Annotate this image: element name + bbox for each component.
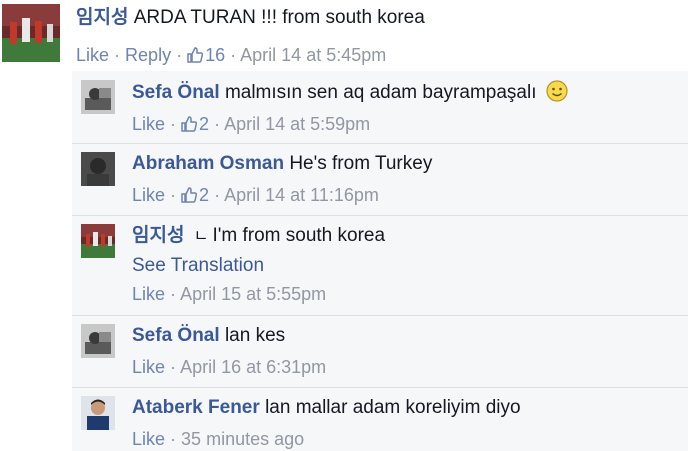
like-link[interactable]: Like bbox=[132, 114, 165, 134]
comment-top-level: 임지성 ARDA TURAN !!! from south korea Like… bbox=[0, 0, 690, 71]
reply-comment: Sefa Önal lan kes Like · April 16 at 6:3… bbox=[72, 316, 688, 386]
like-count[interactable]: 2 bbox=[181, 185, 214, 205]
comment-text: lan mallar adam koreliyim diyo bbox=[265, 397, 521, 418]
like-link[interactable]: Like bbox=[132, 357, 165, 377]
comment-body: Sefa Önal malmısın sen aq adam bayrampaş… bbox=[132, 80, 568, 136]
comment-text: lan kes bbox=[224, 325, 286, 346]
thumbs-up-icon bbox=[181, 116, 198, 132]
comment-actions: Like · April 15 at 5:55pm bbox=[132, 284, 327, 304]
comment-author[interactable]: Abraham Osman bbox=[132, 153, 284, 174]
comment-actions: Like · 2 · April 14 at 11:16pm bbox=[132, 185, 379, 205]
like-count-value: 2 bbox=[199, 185, 210, 205]
comment-text: malmısın sen aq adam bayrampaşalı bbox=[224, 82, 537, 103]
like-count-value: 2 bbox=[199, 114, 210, 134]
avatar[interactable] bbox=[81, 396, 115, 430]
comment-line: 임지성 ㄴ I'm from south korea bbox=[132, 224, 385, 249]
comment-line: Sefa Önal lan kes bbox=[132, 324, 326, 348]
like-link[interactable]: Like bbox=[132, 429, 165, 449]
timestamp[interactable]: April 14 at 5:45pm bbox=[240, 45, 386, 65]
like-count[interactable]: 16 bbox=[187, 45, 230, 65]
timestamp[interactable]: 35 minutes ago bbox=[181, 429, 304, 449]
reply-marker: ㄴ bbox=[193, 228, 209, 245]
like-link[interactable]: Like bbox=[132, 185, 165, 205]
like-link[interactable]: Like bbox=[76, 45, 109, 65]
avatar[interactable] bbox=[81, 152, 115, 186]
comment-text: I'm from south korea bbox=[212, 225, 386, 246]
comment-line: Abraham Osman He's from Turkey bbox=[132, 152, 432, 176]
avatar[interactable] bbox=[2, 4, 60, 62]
comment-line: 임지성 ARDA TURAN !!! from south korea bbox=[76, 6, 425, 30]
comment-author[interactable]: 임지성 bbox=[132, 225, 184, 246]
like-count[interactable]: 2 bbox=[181, 114, 214, 134]
comment-body: Ataberk Fener lan mallar adam koreliyim … bbox=[132, 396, 521, 451]
like-count-value: 16 bbox=[205, 45, 226, 65]
comment-body: 임지성 ARDA TURAN !!! from south korea Like… bbox=[76, 6, 425, 67]
comment-author[interactable]: 임지성 bbox=[76, 7, 128, 28]
reply-comment: Sefa Önal malmısın sen aq adam bayrampaş… bbox=[72, 72, 688, 142]
timestamp[interactable]: April 16 at 6:31pm bbox=[180, 357, 326, 377]
thumbs-up-icon bbox=[181, 187, 198, 203]
reply-comment: Abraham Osman He's from Turkey Like · 2 … bbox=[72, 144, 688, 214]
thumbs-up-icon bbox=[187, 47, 204, 63]
see-translation-link[interactable]: See Translation bbox=[132, 253, 385, 279]
reply-comment: Ataberk Fener lan mallar adam koreliyim … bbox=[72, 388, 688, 451]
comment-line: Ataberk Fener lan mallar adam koreliyim … bbox=[132, 396, 521, 420]
comment-author[interactable]: Ataberk Fener bbox=[132, 397, 260, 418]
comment-actions: Like · Reply · 16 · April 14 at 5:45pm bbox=[76, 45, 387, 65]
comment-body: Sefa Önal lan kes Like · April 16 at 6:3… bbox=[132, 324, 326, 379]
comment-actions: Like · 35 minutes ago bbox=[132, 429, 305, 449]
smiley-icon bbox=[546, 80, 568, 102]
comment-text: He's from Turkey bbox=[289, 153, 433, 174]
comment-actions: Like · April 16 at 6:31pm bbox=[132, 357, 327, 377]
like-link[interactable]: Like bbox=[132, 284, 165, 304]
comment-text: ARDA TURAN !!! from south korea bbox=[133, 7, 425, 28]
comment-author[interactable]: Sefa Önal bbox=[132, 82, 220, 103]
timestamp[interactable]: April 14 at 11:16pm bbox=[224, 185, 379, 205]
timestamp[interactable]: April 14 at 5:59pm bbox=[224, 114, 370, 134]
timestamp[interactable]: April 15 at 5:55pm bbox=[180, 284, 326, 304]
comment-body: 임지성 ㄴ I'm from south korea See Translatio… bbox=[132, 224, 385, 306]
comment-body: Abraham Osman He's from Turkey Like · 2 … bbox=[132, 152, 432, 207]
reply-comment: 임지성 ㄴ I'm from south korea See Translatio… bbox=[72, 216, 688, 316]
avatar[interactable] bbox=[81, 324, 115, 358]
avatar[interactable] bbox=[81, 224, 115, 258]
comment-actions: Like · 2 · April 14 at 5:59pm bbox=[132, 114, 371, 134]
comment-line: Sefa Önal malmısın sen aq adam bayrampaş… bbox=[132, 80, 568, 105]
reply-link[interactable]: Reply bbox=[125, 45, 171, 65]
avatar[interactable] bbox=[81, 80, 115, 114]
comment-author[interactable]: Sefa Önal bbox=[132, 325, 220, 346]
